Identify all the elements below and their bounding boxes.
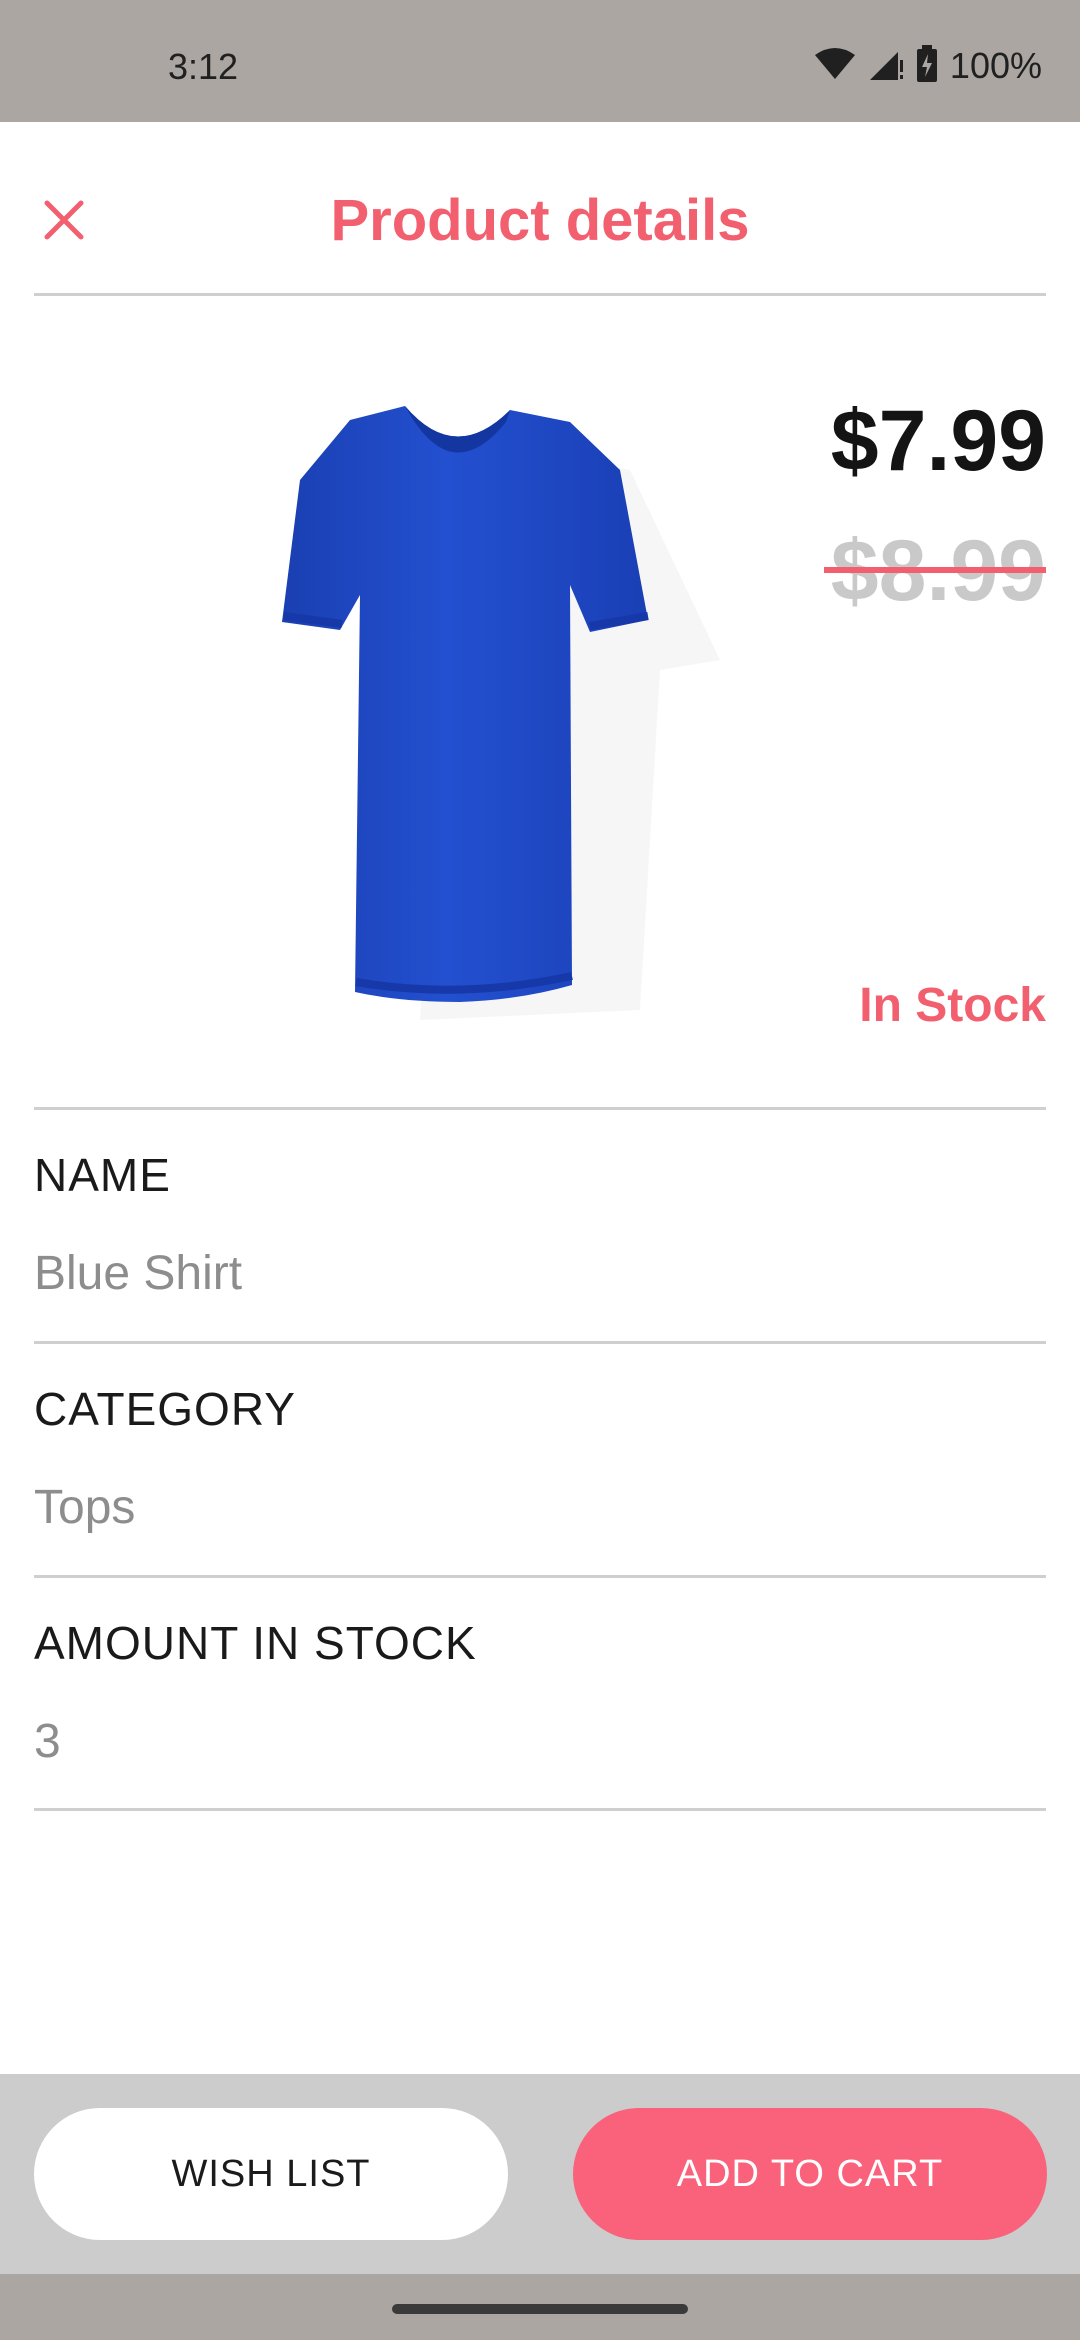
amount-label: AMOUNT IN STOCK	[34, 1617, 477, 1669]
current-price: $7.99	[830, 393, 1046, 489]
field-divider	[34, 1575, 1046, 1578]
price-strikethrough	[824, 567, 1046, 573]
wish-list-button[interactable]: WISH LIST	[34, 2108, 508, 2240]
status-icons: 100%	[814, 44, 1042, 88]
header-divider	[34, 293, 1046, 296]
name-label: NAME	[34, 1149, 171, 1201]
field-divider	[34, 1341, 1046, 1344]
category-label: CATEGORY	[34, 1383, 296, 1435]
amount-value: 3	[34, 1715, 61, 1768]
bottom-action-bar: WISH LIST ADD TO CART	[0, 2074, 1080, 2274]
battery-percentage: 100%	[949, 45, 1042, 86]
home-indicator[interactable]	[392, 2304, 688, 2314]
stock-status: In Stock	[859, 979, 1046, 1032]
app-header: Product details	[0, 122, 1080, 294]
category-value: Tops	[34, 1481, 136, 1534]
navigation-bar	[0, 2274, 1080, 2340]
product-image	[160, 370, 750, 1030]
page-title: Product details	[330, 188, 750, 253]
field-divider	[34, 1808, 1046, 1811]
add-to-cart-button[interactable]: ADD TO CART	[573, 2108, 1047, 2240]
wifi-icon	[814, 47, 856, 86]
status-time: 3:12	[168, 46, 239, 87]
signal-icon	[868, 46, 904, 87]
status-bar: 3:12 100%	[0, 0, 1080, 122]
name-value: Blue Shirt	[34, 1247, 243, 1300]
battery-charging-icon	[916, 44, 938, 88]
section-divider	[34, 1107, 1046, 1110]
t-shirt-image	[282, 406, 720, 1020]
